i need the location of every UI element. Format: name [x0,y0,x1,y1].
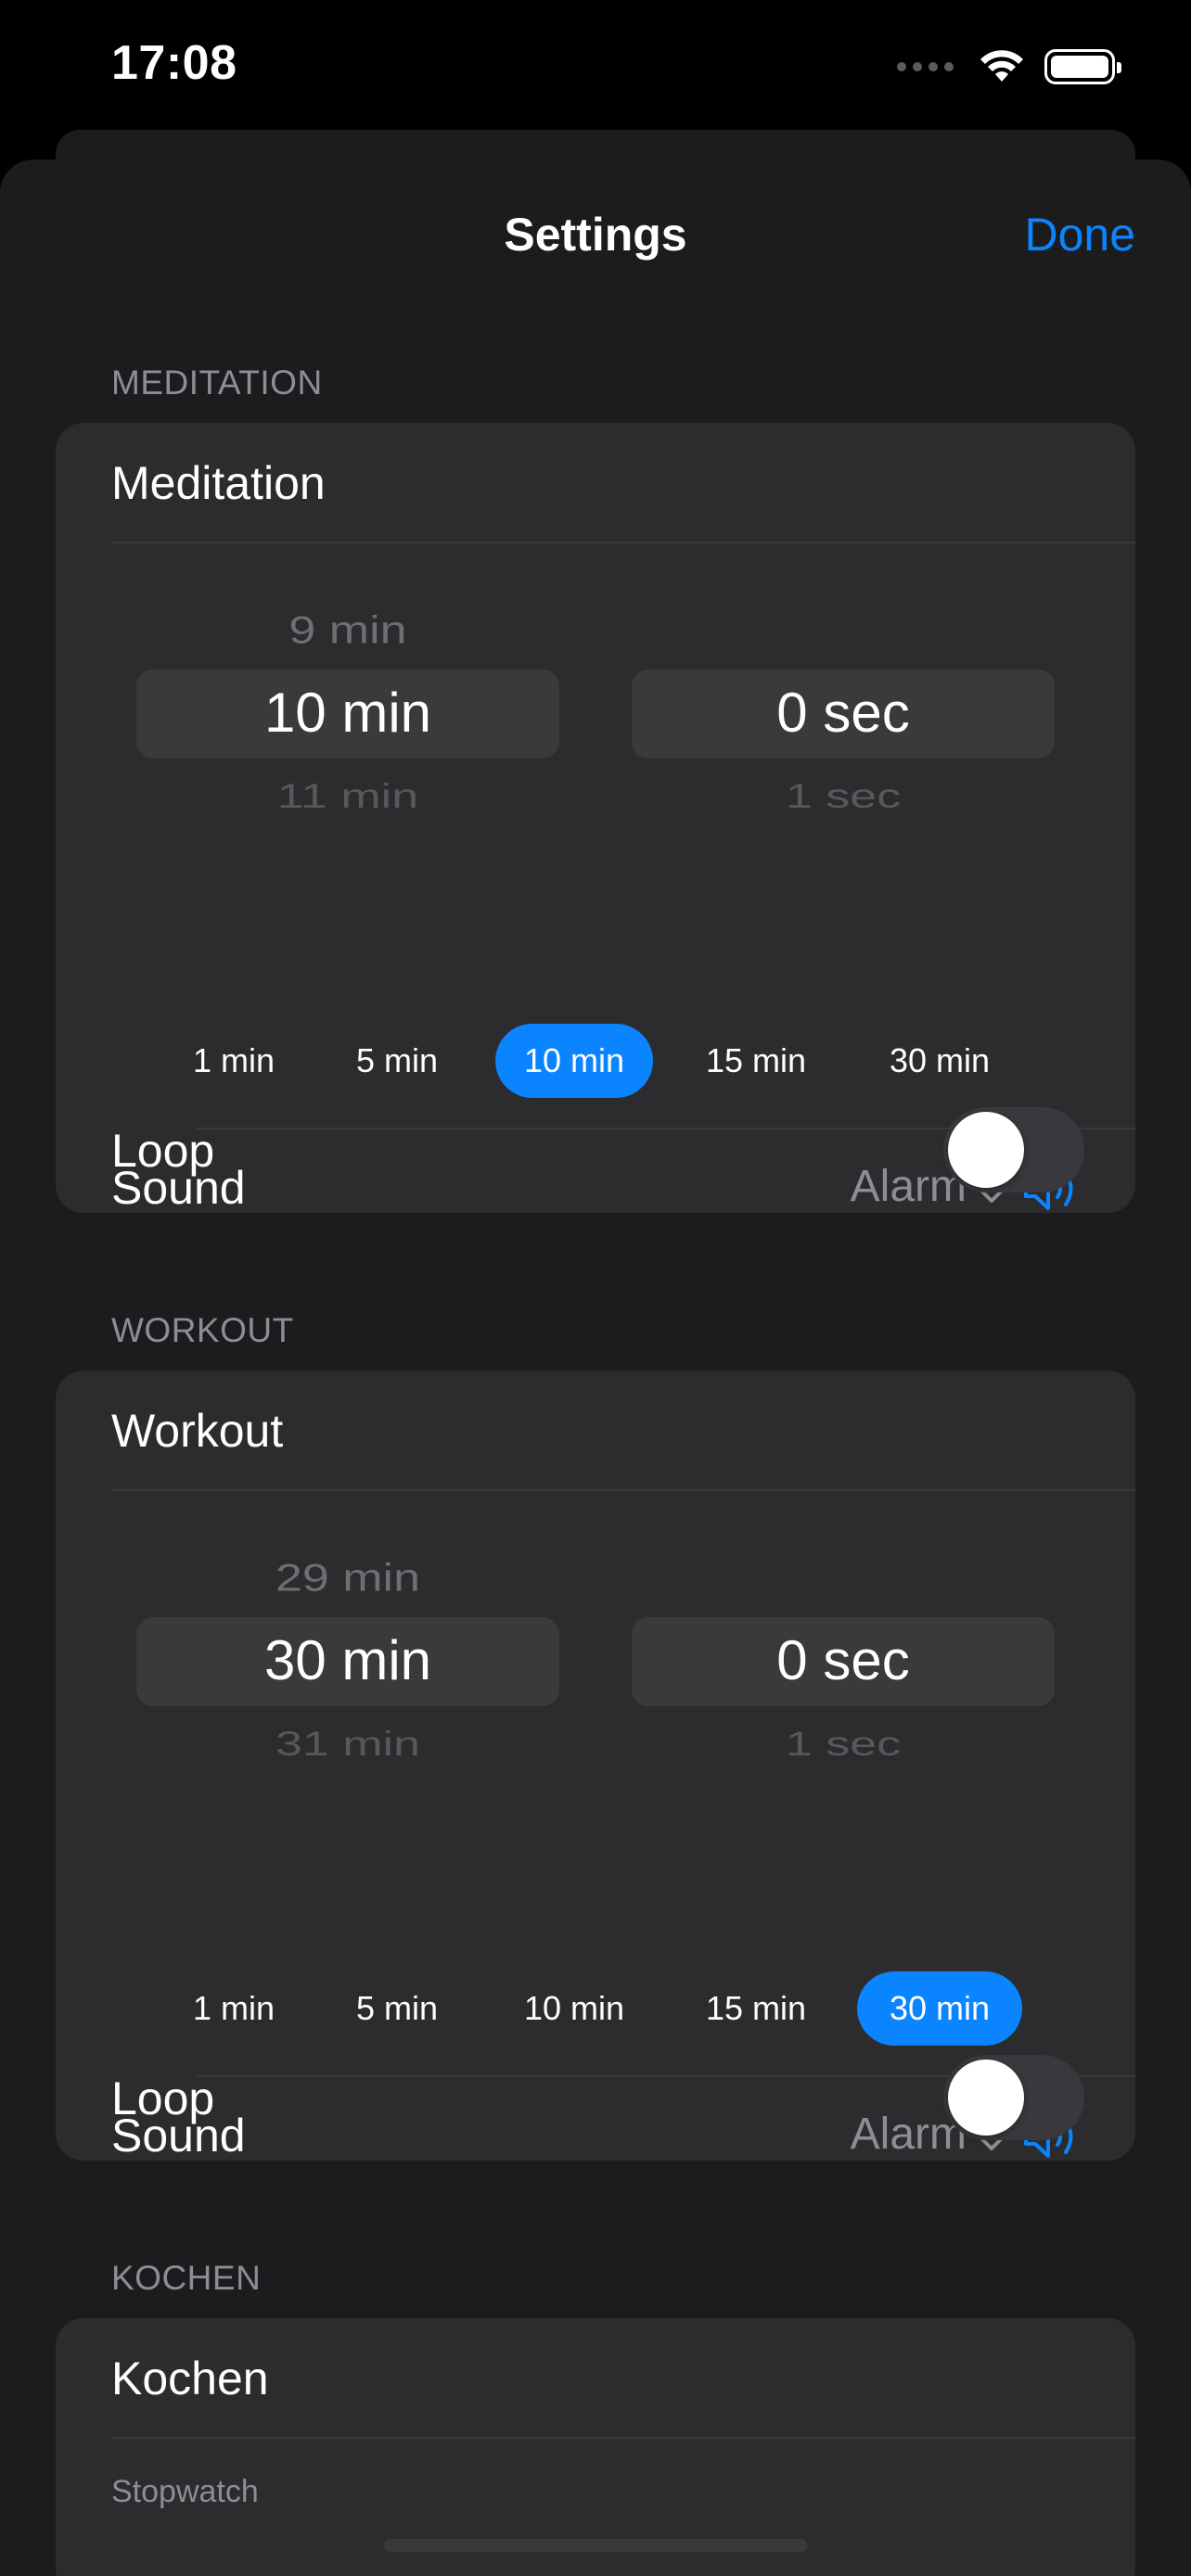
toggle-knob [948,1112,1024,1188]
picker-item-selected: 0 sec [776,682,910,744]
picker-item-below: 1 sec [785,1725,902,1759]
status-bar: 17:08 [0,0,1191,139]
section-header-kochen: KOCHEN [111,2259,262,2297]
preset-5-min-button[interactable]: 5 min [338,1024,456,1098]
loop-toggle[interactable] [943,1107,1084,1192]
picker-item-selected: 0 sec [776,1629,910,1691]
section-header-workout: WORKOUT [111,1311,294,1349]
seconds-picker[interactable]: 0 sec 1 sec [632,1617,1055,1759]
signal-icon [897,62,954,71]
divider [111,1489,1135,1491]
picker-item-below: 31 min [275,1725,421,1759]
page-title: Settings [504,209,687,261]
picker-item-above: 29 min [275,1556,421,1600]
preset-15-min-button[interactable]: 15 min [686,1971,826,2046]
battery-icon [1044,49,1121,84]
preset-30-min-button[interactable]: 30 min [870,1024,1009,1098]
loop-label: Loop [111,2072,215,2124]
divider [111,542,1135,543]
divider [111,2437,1135,2439]
meditation-card: Meditation 9 min 10 min 11 min 0 sec 1 s… [56,423,1135,1213]
loop-toggle[interactable] [943,2055,1084,2140]
picker-item-below: 1 sec [785,777,902,811]
preset-10-min-button[interactable]: 10 min [495,1024,653,1098]
toggle-knob [948,2060,1024,2136]
home-indicator[interactable] [384,2539,807,2552]
seconds-picker[interactable]: 0 sec 1 sec [632,670,1055,811]
preset-15-min-button[interactable]: 15 min [686,1024,826,1098]
preset-1-min-button[interactable]: 1 min [174,1024,293,1098]
picker-item-above: 9 min [288,608,407,653]
kochen-card: Kochen Stopwatch [56,2318,1135,2576]
minutes-picker[interactable]: 29 min 30 min 31 min [136,1557,559,1759]
preset-5-min-button[interactable]: 5 min [338,1971,456,2046]
status-icons [897,46,1121,87]
preset-1-min-button[interactable]: 1 min [174,1971,293,2046]
loop-label: Loop [111,1125,215,1177]
settings-sheet: Settings Done MEDITATION Meditation 9 mi… [0,159,1191,2576]
timer-name-field[interactable]: Kochen [111,2352,269,2405]
section-header-meditation: MEDITATION [111,363,323,402]
minutes-picker[interactable]: 9 min 10 min 11 min [136,609,559,811]
preset-30-min-button[interactable]: 30 min [857,1971,1022,2046]
picker-item-selected: 30 min [263,1629,432,1691]
timer-name-field[interactable]: Meditation [111,456,326,510]
preset-buttons: 1 min 5 min 10 min 15 min 30 min [56,1024,1135,1098]
mode-label: Stopwatch [111,2474,259,2509]
status-time: 17:08 [111,36,237,90]
workout-card: Workout 29 min 30 min 31 min 0 sec 1 sec… [56,1371,1135,2161]
picker-item-below: 11 min [276,777,419,811]
done-button[interactable]: Done [1024,208,1135,261]
timer-name-field[interactable]: Workout [111,1404,283,1458]
preset-10-min-button[interactable]: 10 min [495,1971,653,2046]
picker-item-selected: 10 min [263,682,432,744]
preset-buttons: 1 min 5 min 10 min 15 min 30 min [56,1971,1135,2046]
wifi-icon [980,50,1023,82]
